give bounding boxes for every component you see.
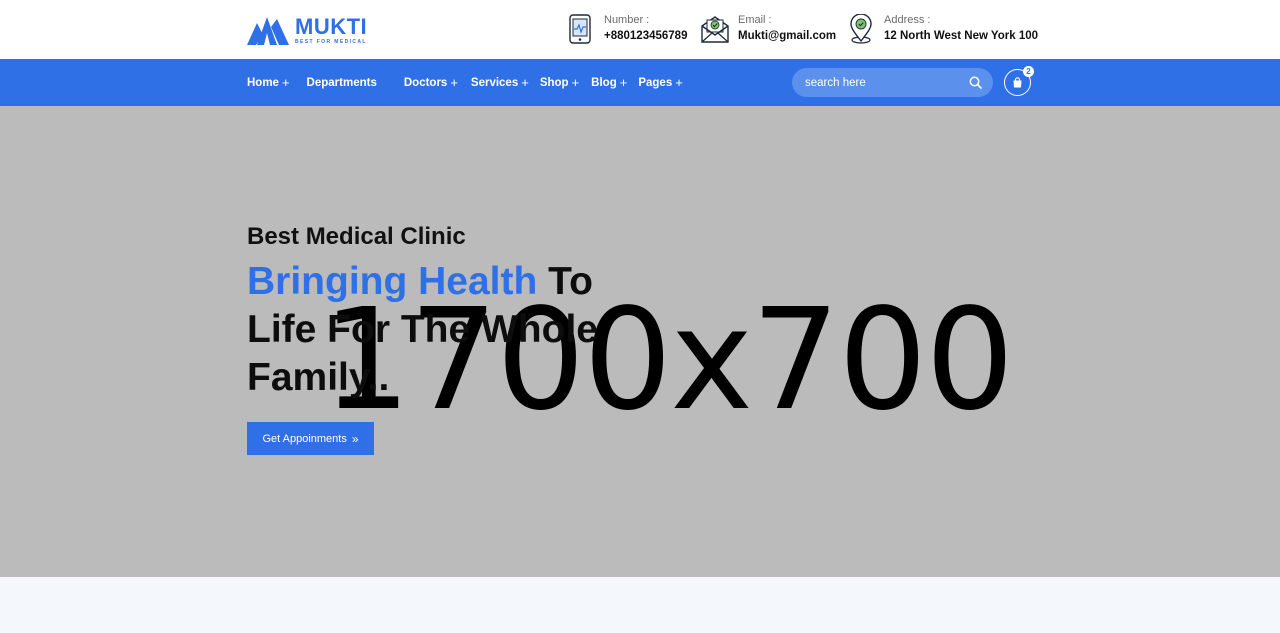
nav-item-pages[interactable]: Pages +	[638, 75, 682, 90]
mail-icon	[701, 16, 729, 43]
double-chevron-right-icon: »	[351, 431, 359, 446]
hero-headline-accent: Bringing Health	[247, 260, 538, 303]
nav-item-doctors[interactable]: Doctors +	[404, 75, 458, 90]
contact-value[interactable]: +880123456789	[604, 31, 687, 43]
search-icon[interactable]	[969, 76, 982, 89]
contact-address-text: Address : 12 North West New York 100	[884, 15, 1038, 43]
nav-item-label: Departments	[306, 76, 377, 89]
phone-icon	[569, 14, 591, 44]
contact-address: Address : 12 North West New York 100	[847, 13, 1038, 45]
hero-subtitle: Best Medical Clinic	[247, 223, 466, 250]
nav-item-label: Blog	[591, 76, 617, 89]
logo-tagline: BEST FOR MEDICAL	[295, 38, 367, 45]
nav-item-label: Home	[247, 76, 279, 89]
contact-label: Number :	[604, 14, 650, 27]
hero-section: 1700x700 Best Medical Clinic Bringing He…	[0, 106, 1280, 577]
nav-item-services[interactable]: Services +	[471, 75, 529, 90]
hero-headline: Bringing Health To Life For The Whole Fa…	[247, 258, 627, 402]
plus-icon: +	[571, 75, 580, 90]
contact-label: Email :	[738, 14, 772, 27]
logo-text: MUKTI BEST FOR MEDICAL	[295, 13, 368, 45]
contact-email: Email : Mukti@gmail.com	[701, 13, 836, 45]
nav-item-home[interactable]: Home +	[247, 75, 290, 90]
next-section	[0, 577, 1280, 633]
plus-icon: +	[281, 75, 290, 90]
shopping-bag-icon	[1013, 77, 1022, 88]
nav-item-blog[interactable]: Blog +	[591, 75, 627, 90]
contact-email-text: Email : Mukti@gmail.com	[738, 15, 836, 43]
location-icon	[850, 14, 872, 44]
nav-item-shop[interactable]: Shop +	[540, 75, 579, 90]
logo-name: MUKTI	[295, 13, 368, 39]
plus-icon: +	[619, 75, 628, 90]
main-menu: Home + Departments Doctors + Services + …	[247, 59, 683, 106]
search-box	[792, 68, 993, 97]
nav-item-label: Shop	[539, 76, 569, 89]
site-logo[interactable]: MUKTI BEST FOR MEDICAL	[247, 14, 367, 46]
contact-value: 12 North West New York 100	[884, 30, 1039, 43]
nav-item-departments[interactable]: Departments	[307, 77, 380, 89]
plus-icon: +	[675, 75, 683, 90]
search-input[interactable]	[792, 68, 957, 97]
plus-icon: +	[521, 75, 529, 90]
top-header: MUKTI BEST FOR MEDICAL Number : +8801234…	[0, 0, 1280, 59]
contact-value[interactable]: Mukti@gmail.com	[738, 31, 836, 43]
contact-number-text: Number : +880123456789	[604, 15, 687, 43]
nav-item-label: Services	[470, 76, 519, 89]
cart-button[interactable]: 2	[1004, 66, 1034, 96]
contact-number: Number : +880123456789	[567, 13, 687, 45]
get-appointment-button[interactable]: Get Appoinments »	[247, 422, 374, 455]
main-navbar: Home + Departments Doctors + Services + …	[0, 59, 1280, 106]
logo-mark-icon	[247, 17, 289, 45]
plus-icon: +	[450, 75, 458, 90]
cta-label: Get Appoinments	[262, 432, 347, 445]
nav-item-label: Doctors	[403, 76, 448, 89]
contact-label: Address :	[884, 14, 931, 27]
cart-count-badge: 2	[1023, 66, 1034, 77]
nav-item-label: Pages	[638, 76, 673, 89]
